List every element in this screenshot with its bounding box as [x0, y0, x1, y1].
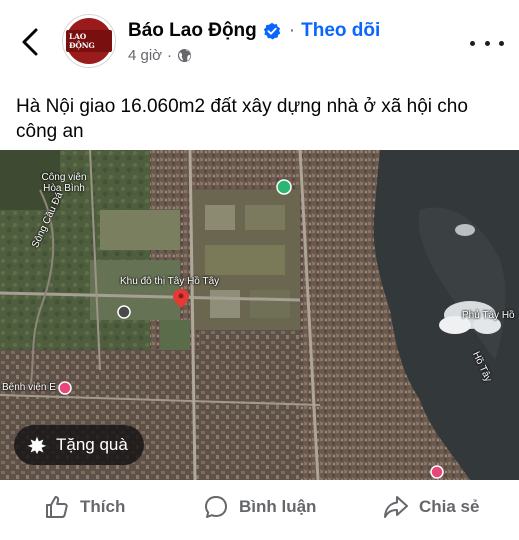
post-time[interactable]: 4 giờ: [128, 47, 162, 64]
avatar-logo-text: LAO ĐỘNG: [66, 30, 112, 52]
more-options-button[interactable]: [470, 36, 504, 50]
more-icon-dot: [484, 40, 490, 46]
back-button[interactable]: [16, 26, 44, 58]
avatar[interactable]: LAO ĐỘNG: [62, 14, 116, 68]
share-icon: [384, 496, 408, 518]
name-row: Báo Lao Động · Theo dõi: [128, 20, 380, 42]
comment-label: Bình luận: [239, 497, 317, 516]
separator-dot: ·: [288, 20, 296, 41]
avatar-logo-circle: LAO ĐỘNG: [66, 18, 112, 64]
verified-badge-icon: [263, 22, 281, 40]
comment-icon: [205, 496, 227, 518]
gift-label: Tặng quà: [56, 435, 128, 454]
meta-dot: ·: [167, 47, 173, 64]
map-label-urban-area: Khu đô thị Tây Hồ Tây: [120, 276, 220, 287]
globe-icon: [177, 48, 192, 63]
post-caption: Hà Nội giao 16.060m2 đất xây dựng nhà ở …: [16, 96, 468, 142]
map-label-park: Công viên Hòa Bình: [41, 172, 87, 194]
follow-button[interactable]: Theo dõi: [301, 20, 380, 42]
comment-button[interactable]: Bình luận: [203, 494, 316, 520]
page-name[interactable]: Báo Lao Động: [128, 20, 257, 42]
post-header: LAO ĐỘNG Báo Lao Động · Theo dõi 4 giờ ·: [0, 0, 519, 84]
like-icon: [46, 496, 68, 518]
like-label: Thích: [80, 497, 126, 516]
map-label-hospital: Bệnh viện E: [2, 382, 56, 393]
like-button[interactable]: Thích: [44, 494, 125, 520]
share-button[interactable]: Chia sẻ: [383, 494, 479, 520]
back-arrow-icon: [22, 28, 38, 56]
map-label-phu-tay-ho: Phủ Tây Hồ: [462, 310, 515, 321]
share-label: Chia sẻ: [419, 497, 480, 516]
gift-button[interactable]: Tặng quà: [14, 425, 144, 465]
more-icon-dot: [499, 40, 504, 46]
more-icon-dot: [470, 40, 475, 46]
post-actions-bar: Thích Bình luận Chia sẻ: [0, 486, 519, 530]
gift-icon: [27, 436, 47, 455]
post-meta: 4 giờ ·: [128, 47, 192, 64]
